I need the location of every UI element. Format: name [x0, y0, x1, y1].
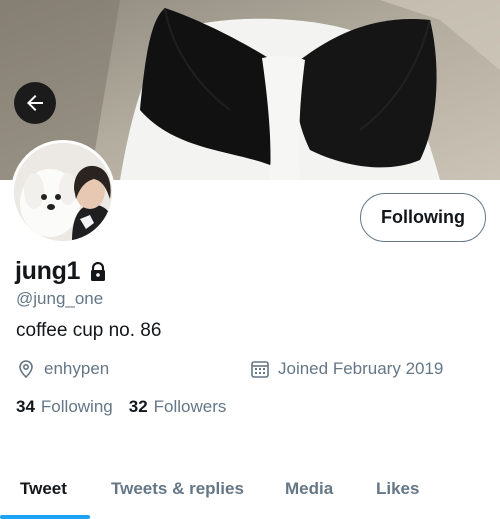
- active-tab-indicator: [0, 515, 90, 519]
- profile-tabs: Tweet Tweets & replies Media Likes: [0, 470, 500, 519]
- join-date: Joined February 2019: [250, 359, 443, 379]
- followers-label: Followers: [153, 397, 227, 416]
- following-count: 34: [16, 397, 35, 416]
- location-pin-icon: [16, 359, 36, 379]
- name-row: jung1: [15, 257, 108, 286]
- follow-stats: 34 Following 32 Followers: [16, 397, 242, 417]
- lock-icon: [88, 261, 108, 282]
- following-button[interactable]: Following: [360, 193, 486, 242]
- user-handle: @jung_one: [16, 289, 104, 308]
- location: enhypen: [16, 359, 109, 379]
- following-stat[interactable]: 34 Following: [16, 397, 113, 417]
- joined-text: Joined February 2019: [278, 359, 444, 378]
- back-button[interactable]: [14, 82, 56, 124]
- arrow-left-icon: [27, 95, 43, 111]
- bio: coffee cup no. 86: [16, 320, 162, 341]
- following-label: Following: [40, 397, 113, 416]
- display-name: jung1: [15, 257, 81, 285]
- location-text: enhypen: [44, 359, 110, 378]
- calendar-icon: [250, 359, 270, 379]
- avatar-image: [14, 143, 112, 241]
- avatar[interactable]: [11, 140, 115, 244]
- followers-stat[interactable]: 32 Followers: [129, 397, 227, 417]
- tab-tweets[interactable]: Tweet: [20, 479, 67, 499]
- tab-likes[interactable]: Likes: [376, 479, 419, 499]
- tab-tweets-replies[interactable]: Tweets & replies: [111, 479, 244, 499]
- followers-count: 32: [128, 397, 148, 416]
- tab-media[interactable]: Media: [285, 479, 333, 499]
